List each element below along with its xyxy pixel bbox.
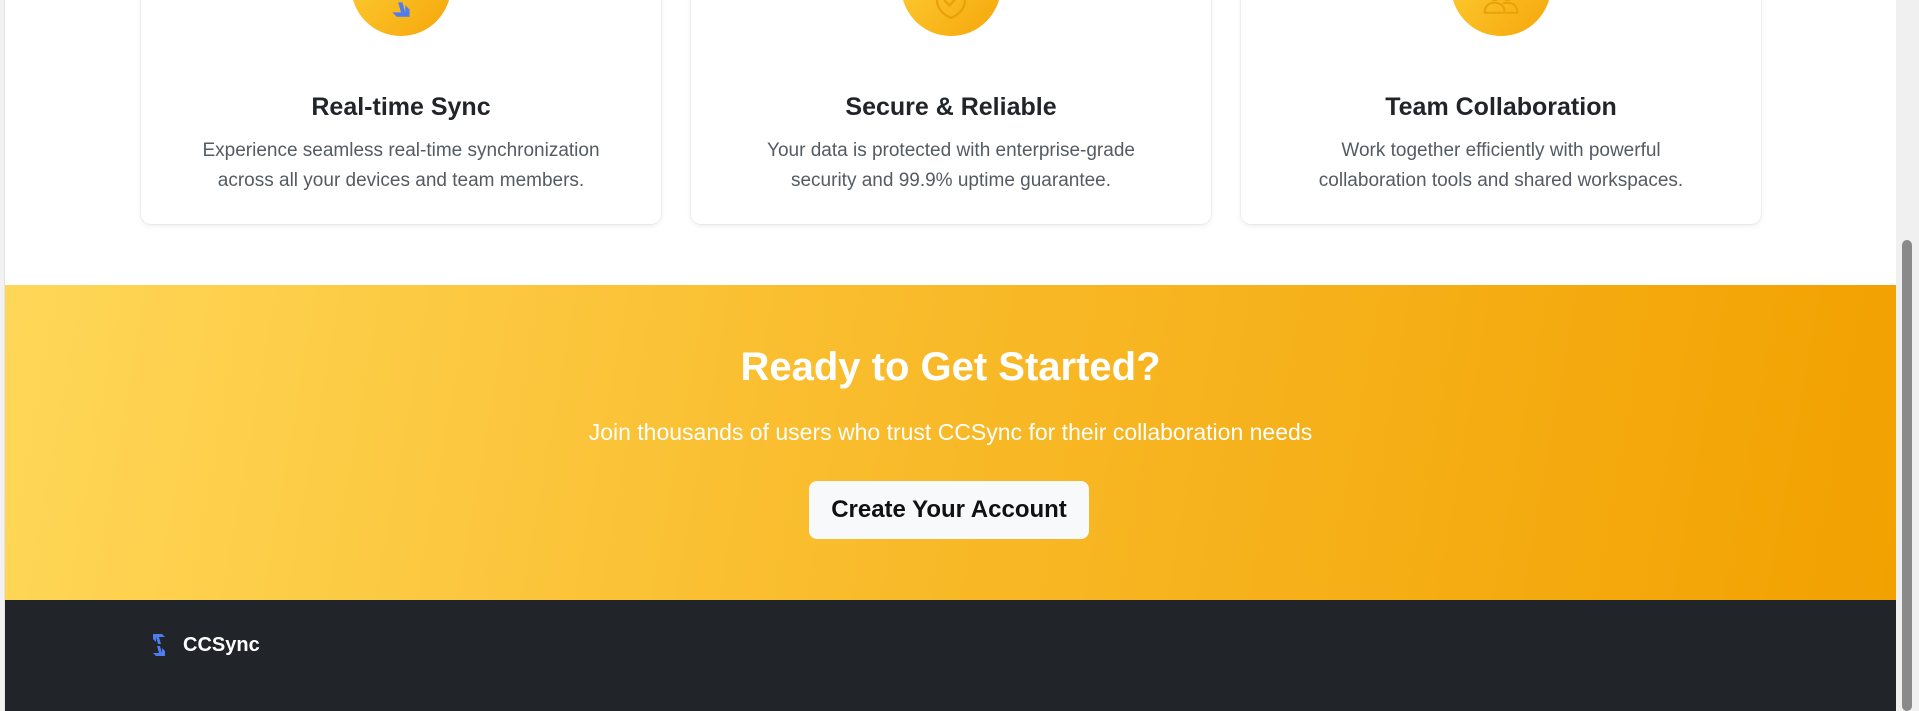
feature-title: Team Collaboration — [1385, 93, 1617, 121]
vertical-scrollbar[interactable] — [1896, 0, 1919, 711]
shield-check-icon — [935, 0, 967, 20]
cta-subtitle: Join thousands of users who trust CCSync… — [588, 419, 1313, 445]
feature-card-secure-reliable: Secure & Reliable Your data is protected… — [691, 0, 1211, 224]
sync-icon — [392, 2, 410, 17]
cta-section: Ready to Get Started? Join thousands of … — [5, 285, 1896, 600]
create-account-button[interactable]: Create Your Account — [809, 481, 1089, 539]
people-icon — [1483, 0, 1519, 14]
sync-icon — [153, 634, 165, 656]
cta-title: Ready to Get Started? — [740, 345, 1161, 389]
feature-icon-circle — [901, 0, 1001, 36]
footer-brand-name: CCSync — [183, 633, 260, 656]
feature-title: Secure & Reliable — [845, 93, 1057, 121]
feature-icon-circle — [1451, 0, 1551, 36]
footer: CCSync — [5, 600, 1896, 711]
feature-description: Work together efficiently with powerful … — [1318, 140, 1684, 191]
footer-brand[interactable]: CCSync — [147, 631, 260, 659]
feature-card-team-collaboration: Team Collaboration Work together efficie… — [1241, 0, 1761, 224]
feature-description: Experience seamless real-time synchroniz… — [202, 140, 600, 191]
feature-description: Your data is protected with enterprise-g… — [767, 140, 1135, 191]
features-section: Real-time Sync Experience seamless real-… — [5, 0, 1896, 285]
scrollbar-thumb[interactable] — [1902, 240, 1912, 711]
feature-icon-circle — [351, 0, 451, 36]
feature-card-realtime-sync: Real-time Sync Experience seamless real-… — [141, 0, 661, 224]
feature-title: Real-time Sync — [311, 93, 491, 121]
